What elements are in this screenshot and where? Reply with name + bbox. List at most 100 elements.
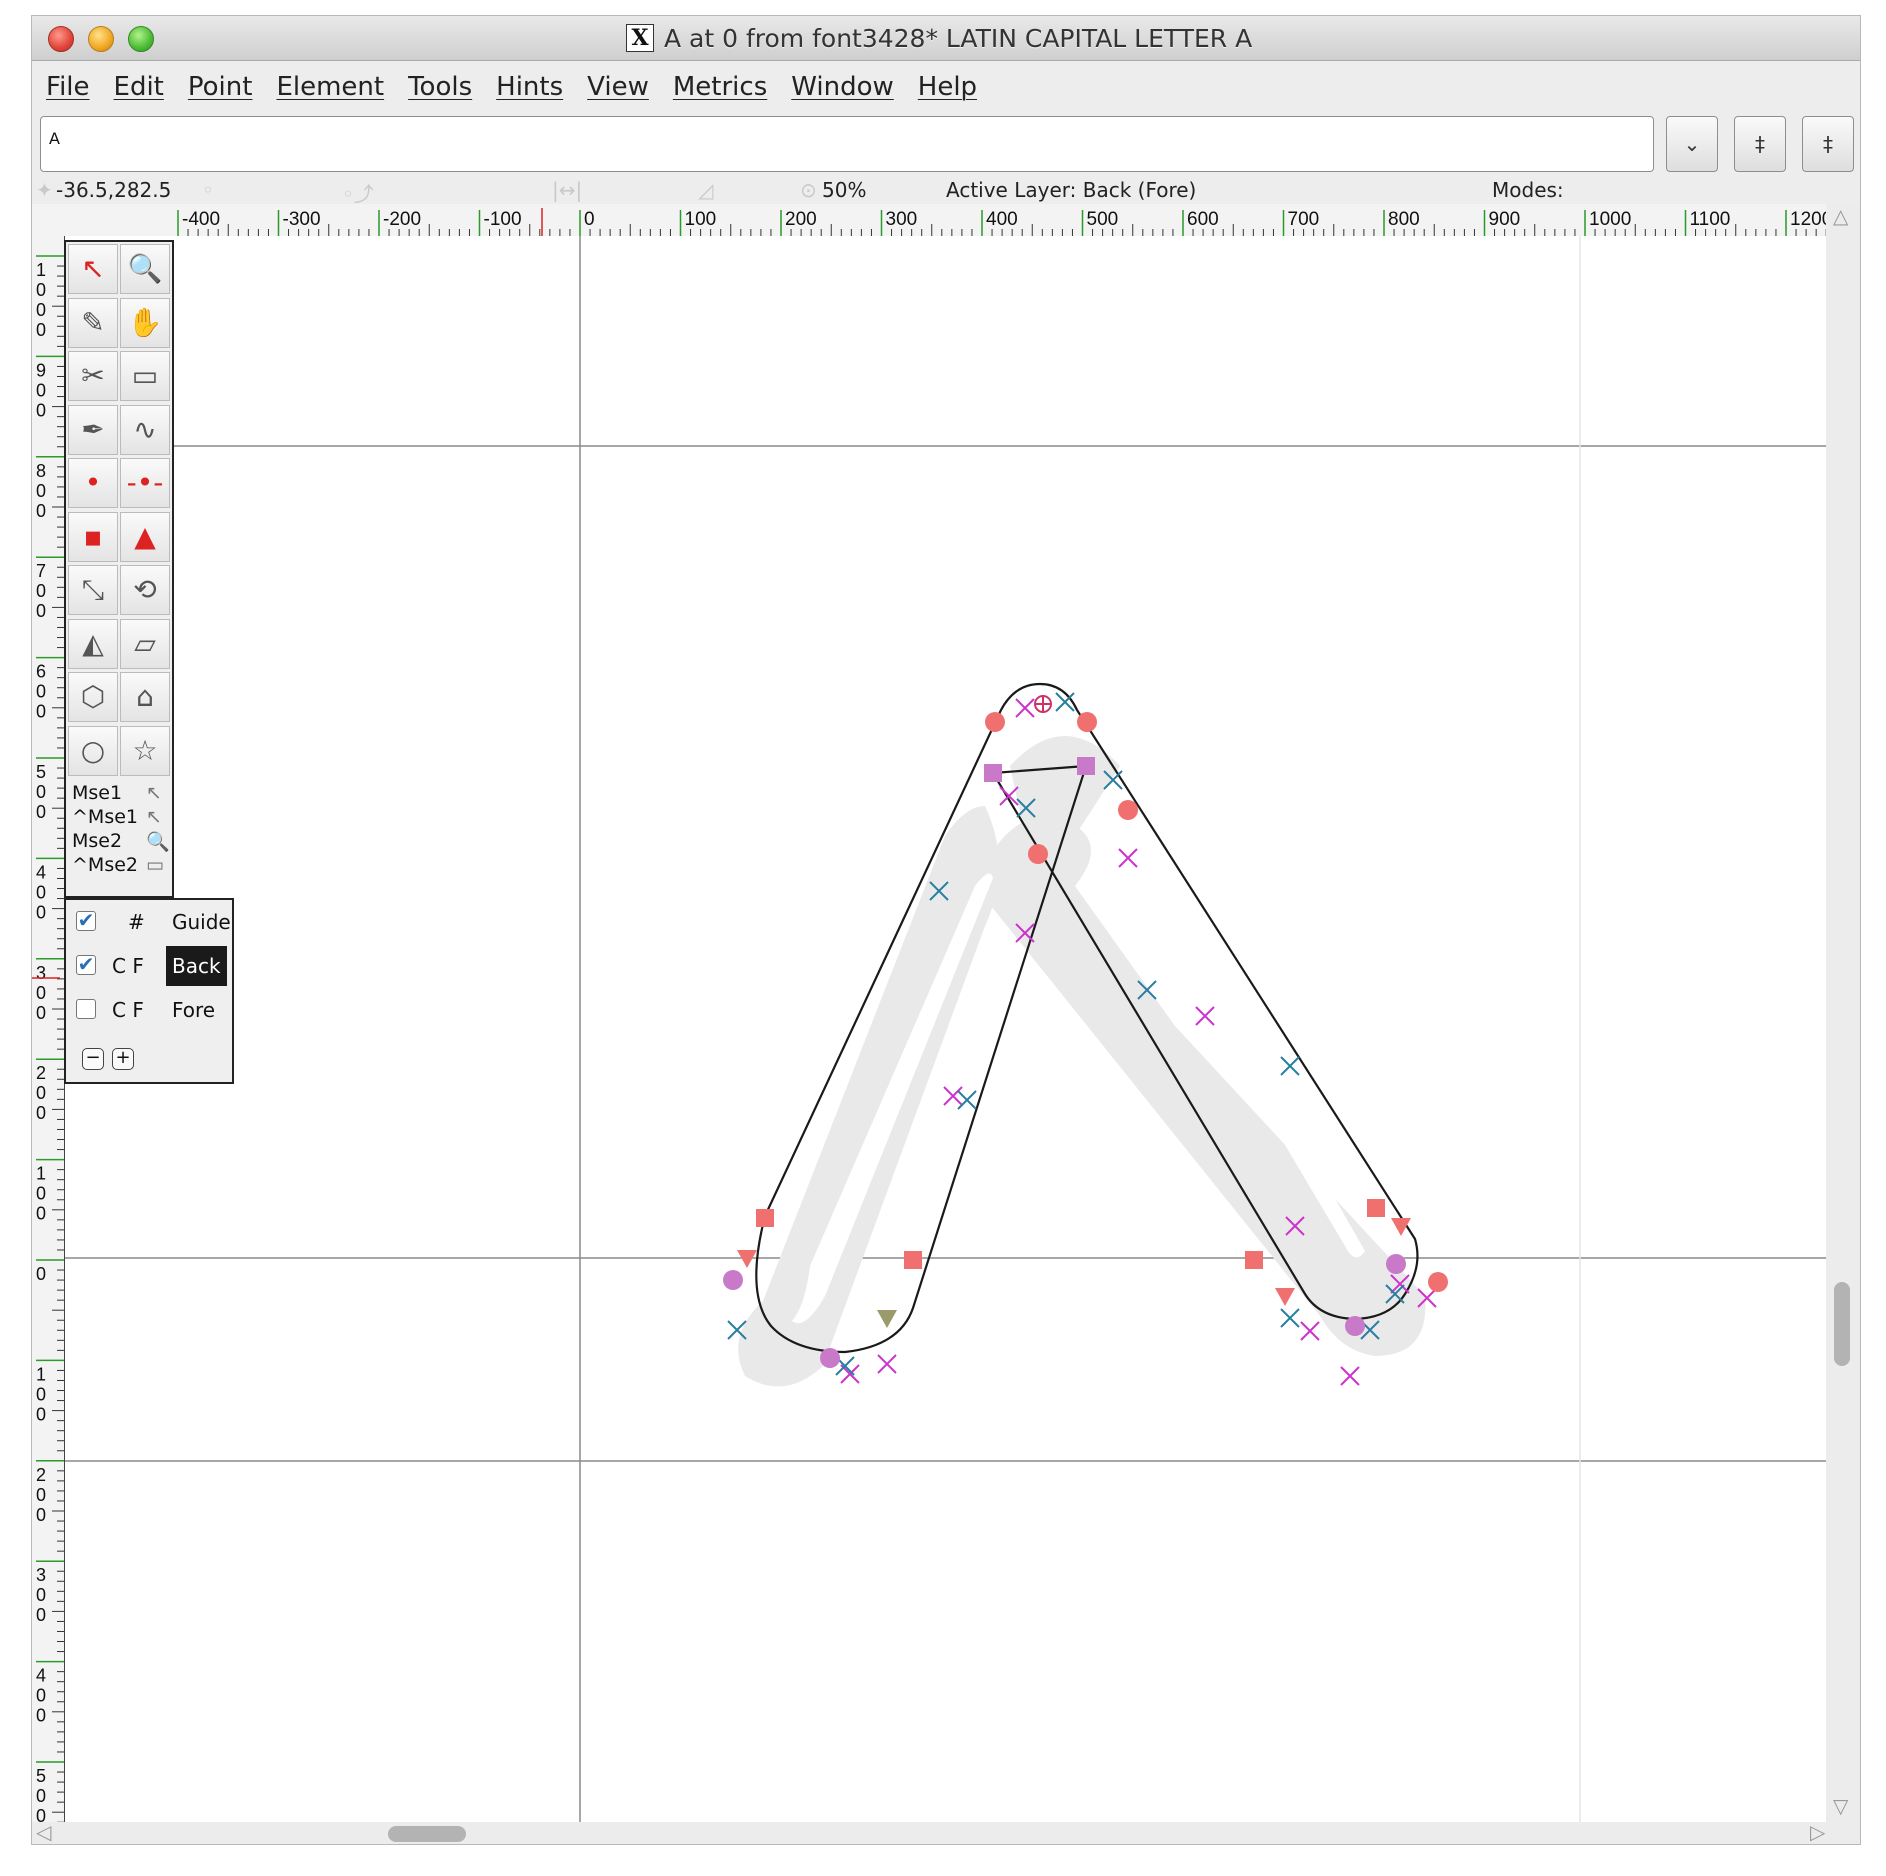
zoom-window-button[interactable] bbox=[128, 26, 154, 52]
layer-name[interactable]: Back bbox=[166, 946, 227, 986]
magnify-icon[interactable]: 🔍 bbox=[120, 244, 170, 294]
menu-view[interactable]: View bbox=[573, 64, 659, 104]
layer-visible-checkbox[interactable]: ✔ bbox=[76, 954, 96, 975]
control-point-handle[interactable] bbox=[877, 1354, 897, 1374]
curve-point[interactable] bbox=[1428, 1272, 1448, 1292]
close-window-button[interactable] bbox=[48, 26, 74, 52]
tangent-point-icon[interactable]: ▲ bbox=[120, 511, 170, 562]
control-point-handle[interactable] bbox=[1280, 1056, 1300, 1076]
tangent-point[interactable] bbox=[877, 1310, 897, 1328]
control-point-handle[interactable] bbox=[1280, 1308, 1300, 1328]
star-icon[interactable]: ☆ bbox=[120, 725, 170, 776]
skew-icon[interactable]: ▱ bbox=[120, 618, 170, 669]
layer-visible-checkbox[interactable]: ✔ bbox=[76, 910, 96, 931]
vertical-scroll-thumb[interactable] bbox=[1834, 1282, 1850, 1366]
menu-help[interactable]: Help bbox=[904, 64, 987, 104]
knife-icon[interactable]: ✂ bbox=[68, 351, 118, 401]
corner-point[interactable] bbox=[904, 1251, 922, 1269]
ruler-label: 600 bbox=[1187, 209, 1219, 230]
corner-point[interactable] bbox=[756, 1209, 774, 1227]
3d-rotate-icon[interactable]: ⬡ bbox=[68, 672, 118, 722]
curve-point[interactable] bbox=[1077, 712, 1097, 732]
ruler-label: 0 bbox=[36, 1264, 46, 1284]
control-point-handle[interactable] bbox=[1118, 848, 1138, 868]
pen-icon[interactable]: ✒ bbox=[68, 404, 118, 455]
prev-glyph-button[interactable]: ‡ bbox=[1734, 116, 1786, 172]
glyph-name-input[interactable]: A bbox=[40, 116, 1654, 172]
control-point-handle[interactable] bbox=[943, 1086, 963, 1106]
scroll-down-icon[interactable]: ▽ bbox=[1833, 1796, 1848, 1816]
control-point-handle[interactable] bbox=[1340, 1366, 1360, 1386]
window-title: A at 0 from font3428* LATIN CAPITAL LETT… bbox=[664, 24, 1253, 53]
layer-row-fore[interactable]: C F Fore bbox=[66, 990, 232, 1030]
minimize-window-button[interactable] bbox=[88, 26, 114, 52]
rotate-icon[interactable]: ⟲ bbox=[120, 565, 170, 615]
add-layer-button[interactable]: + bbox=[112, 1048, 134, 1070]
layer-name[interactable]: Fore bbox=[166, 990, 221, 1030]
curve-point-icon[interactable]: • bbox=[68, 458, 118, 508]
freehand-icon[interactable]: ✎ bbox=[68, 297, 118, 348]
glyph-canvas-svg[interactable] bbox=[65, 236, 1826, 1822]
zoom-level: 50% bbox=[822, 178, 867, 202]
menu-point[interactable]: Point bbox=[174, 64, 263, 104]
control-point-handle[interactable] bbox=[1300, 1321, 1320, 1341]
title-bar: X A at 0 from font3428* LATIN CAPITAL LE… bbox=[32, 16, 1860, 61]
layer-row-back[interactable]: ✔ C F Back bbox=[66, 946, 232, 986]
ellipse-icon[interactable]: ○ bbox=[68, 725, 118, 776]
flip-icon[interactable]: ◭ bbox=[68, 618, 118, 669]
mouse-binding-label: Mse1 bbox=[72, 782, 123, 804]
corner-point-icon[interactable]: ▪ bbox=[68, 511, 118, 562]
control-point-handle[interactable] bbox=[999, 786, 1019, 806]
scale-icon[interactable]: ⤡ bbox=[68, 565, 118, 615]
layer-visible-checkbox[interactable] bbox=[76, 999, 96, 1019]
horizontal-scrollbar[interactable]: ◁ ▷ bbox=[32, 1822, 1860, 1844]
curve-point[interactable] bbox=[1028, 844, 1048, 864]
curve-point[interactable] bbox=[1118, 800, 1138, 820]
curve-point[interactable] bbox=[1345, 1316, 1365, 1336]
tangent-point[interactable] bbox=[1275, 1288, 1295, 1306]
menu-element[interactable]: Element bbox=[262, 64, 394, 104]
menu-bar: File Edit Point Element Tools Hints View… bbox=[32, 64, 1860, 104]
menu-edit[interactable]: Edit bbox=[100, 64, 174, 104]
remove-layer-button[interactable]: − bbox=[82, 1048, 104, 1070]
pointer-icon[interactable]: ↖ bbox=[68, 244, 118, 294]
menu-tools[interactable]: Tools bbox=[394, 64, 482, 104]
curve-point[interactable] bbox=[820, 1348, 840, 1368]
angle-triangle-icon: ◿ bbox=[698, 178, 714, 202]
glyph-canvas[interactable] bbox=[65, 236, 1826, 1822]
control-point-handle[interactable] bbox=[1015, 698, 1035, 718]
menu-window[interactable]: Window bbox=[777, 64, 904, 104]
scroll-left-icon[interactable]: ◁ bbox=[36, 1822, 51, 1842]
mouse-pointer-icon: ↖ bbox=[146, 782, 162, 804]
ruler-icon[interactable]: ▭ bbox=[120, 351, 170, 401]
spiro-icon[interactable]: ∿ bbox=[120, 404, 170, 455]
layer-row-guide[interactable]: ✔ # Guide bbox=[66, 902, 232, 942]
cursor-pos-icon: ✦ bbox=[36, 178, 53, 202]
curve-point[interactable] bbox=[723, 1270, 743, 1290]
mouse-pointer-icon: ↖ bbox=[146, 806, 162, 828]
scroll-hand-icon[interactable]: ✋ bbox=[120, 297, 170, 348]
scroll-right-icon[interactable]: ▷ bbox=[1810, 1822, 1825, 1842]
layer-name[interactable]: Guide bbox=[166, 902, 237, 942]
menu-hints[interactable]: Hints bbox=[482, 64, 573, 104]
corner-point[interactable] bbox=[1077, 757, 1095, 775]
menu-metrics[interactable]: Metrics bbox=[659, 64, 777, 104]
menu-file[interactable]: File bbox=[32, 64, 100, 104]
corner-point[interactable] bbox=[984, 764, 1002, 782]
corner-point[interactable] bbox=[1245, 1251, 1263, 1269]
corner-point[interactable] bbox=[1367, 1199, 1385, 1217]
vertical-scrollbar[interactable]: △ ▽ bbox=[1826, 204, 1860, 1822]
curve-point[interactable] bbox=[1386, 1254, 1406, 1274]
perspective-icon[interactable]: ⌂ bbox=[120, 672, 170, 722]
hv-curve-point-icon[interactable]: -•- bbox=[120, 458, 170, 508]
horizontal-scroll-thumb[interactable] bbox=[388, 1826, 466, 1842]
curve-point[interactable] bbox=[985, 712, 1005, 732]
angle-info-icon: ◦⤴ bbox=[342, 182, 374, 206]
glyph-dropdown-button[interactable]: ⌄ bbox=[1666, 116, 1718, 172]
ruler-label: -100 bbox=[484, 209, 522, 230]
next-glyph-button[interactable]: ‡ bbox=[1802, 116, 1854, 172]
ruler-label: 1000 bbox=[36, 260, 46, 340]
control-point-handle[interactable] bbox=[957, 1090, 977, 1110]
scroll-up-icon[interactable]: △ bbox=[1833, 206, 1848, 226]
tangent-point[interactable] bbox=[737, 1250, 757, 1268]
